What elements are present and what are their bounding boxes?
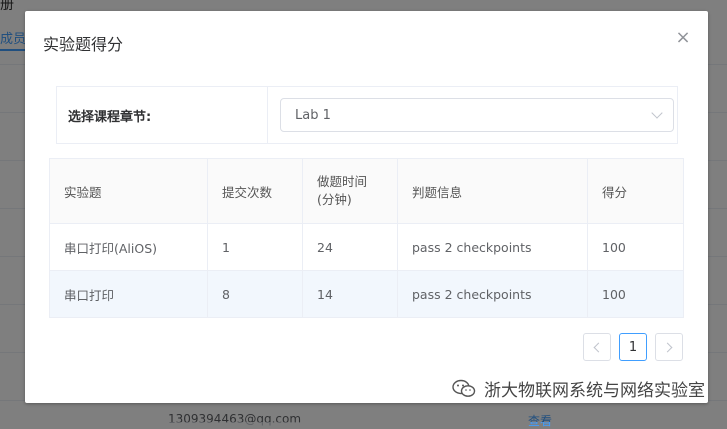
chevron-left-icon (593, 342, 604, 352)
watermark: 浙大物联网系统与网络实验室 (452, 376, 705, 401)
chapter-select-cell: Lab 1 (268, 87, 677, 143)
page-number-button[interactable]: 1 (619, 333, 647, 361)
dialog-title: 实验题得分 (43, 35, 124, 54)
cell-time: 14 (302, 270, 398, 318)
column-header-time: 做题时间 (分钟) (302, 158, 398, 224)
table-row: 串口打印 8 14 pass 2 checkpoints 100 (49, 270, 684, 318)
score-dialog: 实验题得分 × 选择课程章节: Lab 1 实验题 提交次数 做题时间 (分钟)… (25, 11, 708, 403)
cell-score: 100 (587, 270, 684, 318)
next-page-button[interactable] (655, 333, 683, 361)
close-icon[interactable]: × (672, 27, 694, 49)
chapter-select-row: 选择课程章节: Lab 1 (56, 86, 678, 144)
column-header-submissions: 提交次数 (207, 158, 303, 224)
chapter-label: 选择课程章节: (57, 87, 268, 143)
cell-submissions: 8 (207, 270, 303, 318)
cell-experiment: 串口打印 (49, 270, 208, 318)
cell-time: 24 (302, 223, 398, 271)
pagination: 1 (583, 333, 683, 361)
cell-judge-info: pass 2 checkpoints (397, 223, 588, 271)
cell-experiment: 串口打印(AliOS) (49, 223, 208, 271)
score-table: 实验题 提交次数 做题时间 (分钟) 判题信息 得分 串口打印(AliOS) 1… (49, 158, 684, 318)
chapter-select-value: Lab 1 (295, 107, 331, 123)
wechat-icon (452, 379, 476, 397)
prev-page-button[interactable] (583, 333, 611, 361)
column-header-experiment: 实验题 (49, 158, 208, 224)
cell-judge-info: pass 2 checkpoints (397, 270, 588, 318)
column-header-judge-info: 判题信息 (397, 158, 588, 224)
column-header-score: 得分 (587, 158, 684, 224)
table-row: 串口打印(AliOS) 1 24 pass 2 checkpoints 100 (49, 223, 684, 271)
chapter-select[interactable]: Lab 1 (280, 98, 674, 132)
chevron-down-icon (651, 107, 663, 119)
watermark-text: 浙大物联网系统与网络实验室 (484, 381, 705, 401)
chevron-right-icon (662, 342, 673, 352)
table-header-row: 实验题 提交次数 做题时间 (分钟) 判题信息 得分 (49, 158, 684, 224)
cell-score: 100 (587, 223, 684, 271)
cell-submissions: 1 (207, 223, 303, 271)
